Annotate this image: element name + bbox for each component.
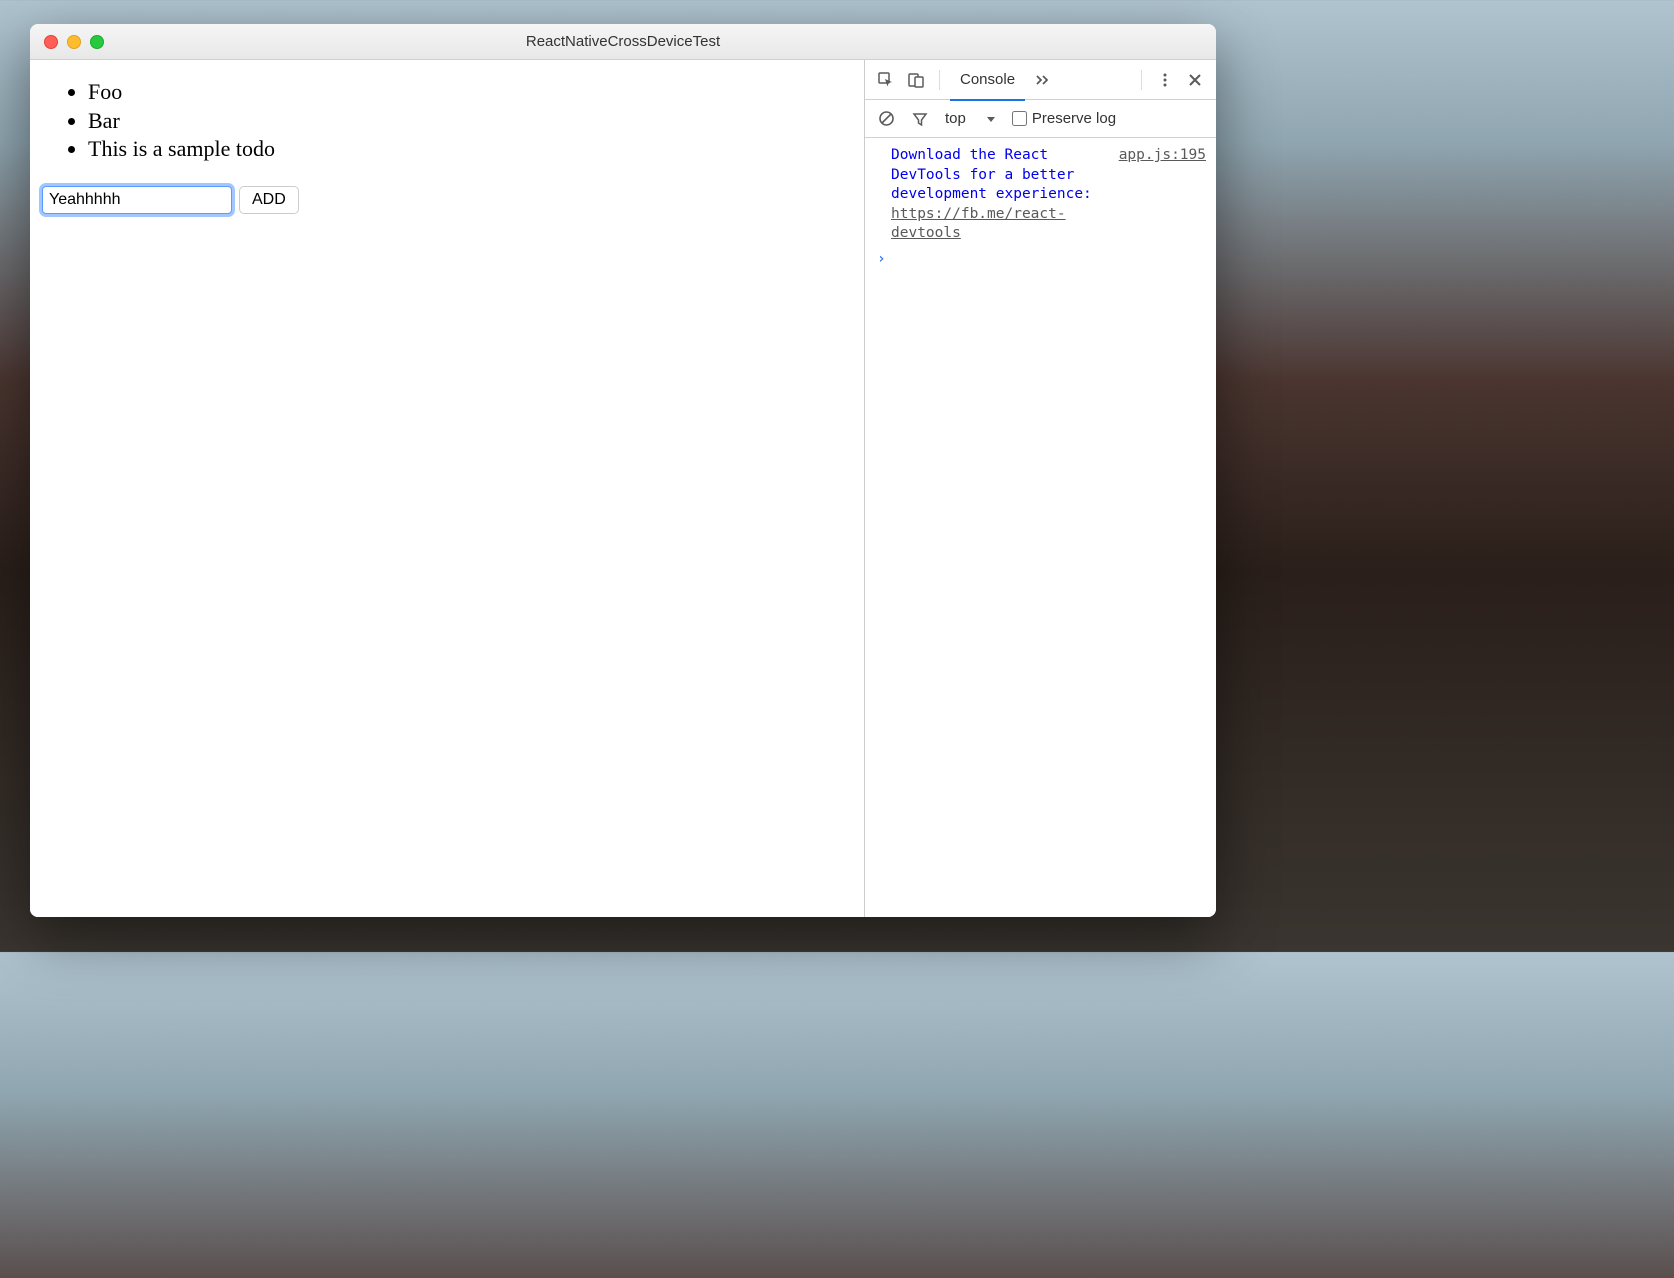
filter-icon[interactable] bbox=[907, 106, 933, 132]
kebab-menu-icon[interactable] bbox=[1152, 67, 1178, 93]
separator bbox=[1141, 70, 1142, 90]
device-toggle-icon[interactable] bbox=[903, 67, 929, 93]
app-window: ReactNativeCrossDeviceTest Foo Bar This … bbox=[30, 24, 1216, 917]
preserve-log-label: Preserve log bbox=[1032, 110, 1116, 127]
todo-item: Bar bbox=[88, 107, 854, 136]
maximize-window-button[interactable] bbox=[90, 35, 104, 49]
devtools-header: Console bbox=[865, 60, 1216, 100]
todo-item: Foo bbox=[88, 78, 854, 107]
inspect-element-icon[interactable] bbox=[873, 67, 899, 93]
todo-input-row: ADD bbox=[40, 186, 854, 214]
preserve-log-checkbox[interactable]: Preserve log bbox=[1012, 110, 1116, 127]
preserve-log-input[interactable] bbox=[1012, 111, 1027, 126]
todo-list: Foo Bar This is a sample todo bbox=[88, 78, 854, 164]
window-title: ReactNativeCrossDeviceTest bbox=[30, 33, 1216, 50]
console-source-link[interactable]: app.js:195 bbox=[1119, 146, 1206, 166]
devtools-filter-bar: top Preserve log bbox=[865, 100, 1216, 138]
execution-context-selector[interactable]: top bbox=[941, 110, 970, 127]
add-button[interactable]: ADD bbox=[239, 186, 299, 214]
traffic-lights bbox=[30, 35, 104, 49]
window-body: Foo Bar This is a sample todo ADD bbox=[30, 60, 1216, 917]
todo-item: This is a sample todo bbox=[88, 135, 854, 164]
console-message: Download the React DevTools for a better… bbox=[891, 146, 1109, 244]
app-content-pane: Foo Bar This is a sample todo ADD bbox=[30, 60, 864, 917]
separator bbox=[939, 70, 940, 90]
more-tabs-icon[interactable] bbox=[1029, 67, 1055, 93]
close-devtools-icon[interactable] bbox=[1182, 67, 1208, 93]
minimize-window-button[interactable] bbox=[67, 35, 81, 49]
clear-console-icon[interactable] bbox=[873, 106, 899, 132]
dropdown-icon[interactable] bbox=[978, 106, 1004, 132]
console-prompt-icon[interactable]: › bbox=[875, 244, 1206, 270]
console-log-row: Download the React DevTools for a better… bbox=[875, 146, 1206, 244]
todo-input[interactable] bbox=[42, 186, 232, 214]
close-window-button[interactable] bbox=[44, 35, 58, 49]
devtools-pane: Console bbox=[864, 60, 1216, 917]
console-body[interactable]: Download the React DevTools for a better… bbox=[865, 138, 1216, 917]
window-titlebar[interactable]: ReactNativeCrossDeviceTest bbox=[30, 24, 1216, 60]
console-link[interactable]: https://fb.me/react-devtools bbox=[891, 206, 1066, 242]
tab-console[interactable]: Console bbox=[950, 67, 1025, 92]
